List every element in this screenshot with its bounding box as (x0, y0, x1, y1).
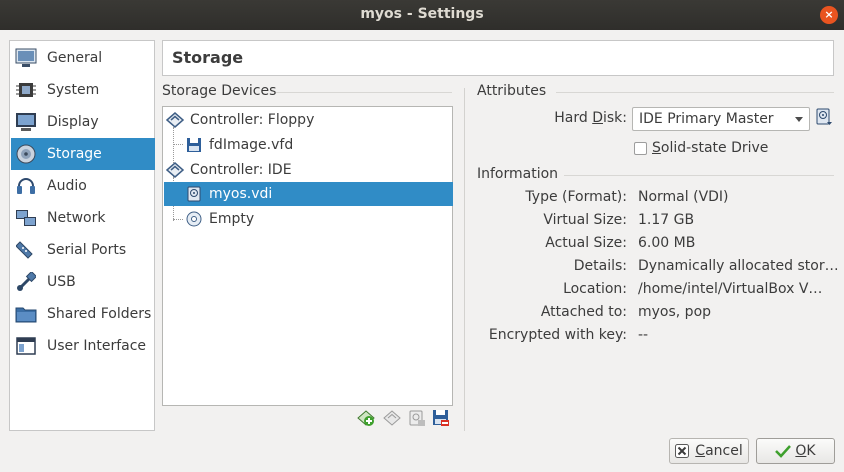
tree-item-label: fdImage.vfd (209, 137, 294, 153)
usb-icon (15, 271, 37, 293)
cancel-label: Cancel (695, 443, 743, 459)
tree-item-myos-vdi[interactable]: myos.vdi (164, 182, 453, 206)
nav-item-label: Shared Folders (47, 306, 152, 322)
info-label-attached-to: Attached to: (540, 304, 627, 320)
add-controller-icon (357, 409, 375, 431)
solid-state-drive-label[interactable]: Solid-state Drive (652, 140, 768, 156)
nav-item-display[interactable]: Display (11, 106, 155, 138)
storage-tree[interactable]: Controller: Floppy fdImage.vfd Controlle… (162, 106, 453, 406)
add-controller-button[interactable] (357, 409, 375, 431)
close-icon: × (824, 8, 834, 21)
info-value-actual-size: 6.00 MB (638, 235, 696, 251)
settings-nav: General System Display Storage Audio Net… (9, 40, 155, 431)
shared-folders-icon (15, 303, 37, 325)
ok-button[interactable]: OK (756, 438, 835, 464)
add-attachment-icon (408, 409, 426, 431)
hard-disk-menu-icon (815, 108, 833, 130)
controller-icon (166, 111, 184, 129)
info-label-actual-size: Actual Size: (545, 235, 627, 251)
storage-icon (15, 143, 37, 165)
optical-disc-icon (185, 210, 203, 228)
tree-item-empty[interactable]: Empty (164, 207, 453, 231)
information-separator (564, 175, 834, 176)
hard-disk-select[interactable]: IDE Primary Master (632, 107, 810, 131)
tree-item-fdimage[interactable]: fdImage.vfd (164, 133, 453, 157)
system-icon (15, 79, 37, 101)
nav-item-network[interactable]: Network (11, 202, 155, 234)
nav-item-serial-ports[interactable]: Serial Ports (11, 234, 155, 266)
tree-item-label: Controller: IDE (190, 162, 292, 178)
hard-disk-select-value: IDE Primary Master (639, 111, 774, 127)
hard-disk-icon (185, 185, 203, 203)
nav-item-label: Display (47, 114, 99, 130)
storage-devices-separator (276, 92, 452, 93)
nav-item-general[interactable]: General (11, 42, 155, 74)
checkmark-icon (775, 444, 792, 458)
info-value-location: /home/intel/VirtualBox V… (638, 281, 823, 297)
nav-item-usb[interactable]: USB (11, 266, 155, 298)
tree-item-controller-floppy[interactable]: Controller: Floppy (164, 108, 455, 132)
panel-splitter[interactable] (464, 88, 465, 431)
tree-item-label: Empty (209, 211, 255, 227)
controller-icon (166, 161, 184, 179)
page-title: Storage (162, 40, 834, 76)
ok-label: OK (795, 443, 816, 459)
audio-icon (15, 175, 37, 197)
nav-item-system[interactable]: System (11, 74, 155, 106)
remove-controller-button[interactable] (383, 409, 401, 431)
network-icon (15, 207, 37, 229)
info-label-encrypted: Encrypted with key: (488, 327, 627, 343)
floppy-icon (185, 136, 203, 154)
attributes-title: Attributes (477, 83, 547, 99)
nav-item-label: Audio (47, 178, 87, 194)
serial-ports-icon (15, 239, 37, 261)
tree-item-label: Controller: Floppy (190, 112, 315, 128)
nav-item-label: System (47, 82, 100, 98)
nav-item-label: Network (47, 210, 106, 226)
title-bar: myos - Settings × (0, 0, 844, 30)
info-label-location: Location: (563, 281, 627, 297)
information-title: Information (477, 166, 559, 182)
choose-disk-button[interactable] (815, 108, 833, 130)
cancel-icon (675, 444, 690, 458)
nav-item-audio[interactable]: Audio (11, 170, 155, 202)
nav-item-label: Storage (47, 146, 102, 162)
window-title: myos - Settings (360, 6, 484, 22)
info-label-type: Type (Format): (525, 189, 627, 205)
remove-attachment-button[interactable] (432, 409, 450, 431)
nav-item-storage[interactable]: Storage (11, 138, 155, 170)
info-label-details: Details: (573, 258, 627, 274)
nav-item-label: USB (47, 274, 76, 290)
add-attachment-button[interactable] (408, 409, 426, 431)
user-interface-icon (15, 335, 37, 357)
hard-disk-label: Hard Disk: (554, 110, 627, 126)
solid-state-drive-checkbox[interactable] (634, 142, 647, 155)
attributes-separator (556, 92, 834, 93)
display-icon (15, 111, 37, 133)
tree-item-label: myos.vdi (209, 186, 273, 202)
nav-item-label: User Interface (47, 338, 147, 354)
general-icon (15, 47, 37, 69)
nav-item-label: Serial Ports (47, 242, 127, 258)
remove-attachment-icon (432, 409, 450, 431)
chevron-down-icon (795, 117, 803, 122)
close-button[interactable]: × (820, 6, 838, 24)
tree-item-controller-ide[interactable]: Controller: IDE (164, 158, 455, 182)
info-value-type: Normal (VDI) (638, 189, 729, 205)
remove-controller-icon (383, 409, 401, 431)
storage-devices-title: Storage Devices (162, 83, 277, 99)
info-value-attached-to: myos, pop (638, 304, 712, 320)
info-label-virtual-size: Virtual Size: (543, 212, 627, 228)
nav-item-label: General (47, 50, 103, 66)
info-value-details: Dynamically allocated stor… (638, 258, 839, 274)
info-value-encrypted: -- (638, 327, 649, 343)
nav-item-shared-folders[interactable]: Shared Folders (11, 298, 155, 330)
nav-item-user-interface[interactable]: User Interface (11, 330, 155, 362)
cancel-button[interactable]: Cancel (669, 438, 749, 464)
info-value-virtual-size: 1.17 GB (638, 212, 695, 228)
